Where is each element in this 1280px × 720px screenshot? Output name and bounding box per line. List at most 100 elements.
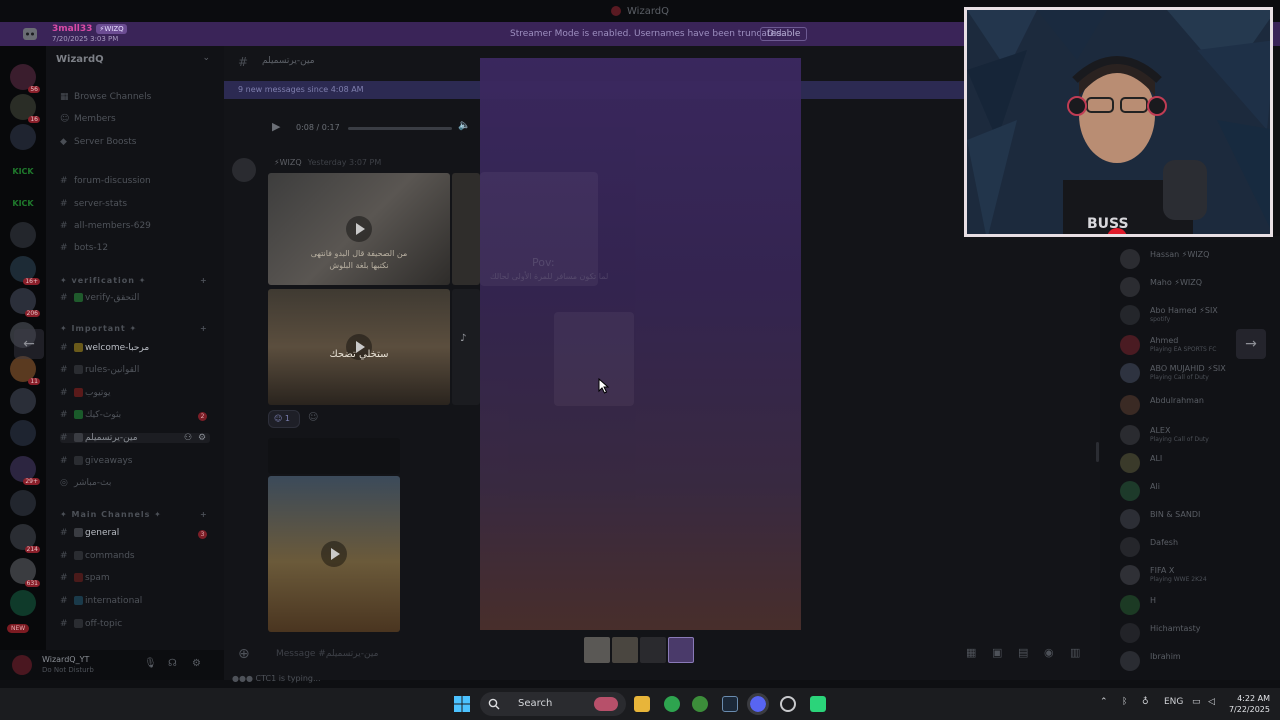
member-item[interactable]: Hichamtasty bbox=[1120, 620, 1280, 644]
discord-home-icon[interactable] bbox=[20, 24, 40, 44]
volume-icon[interactable]: 🔈 bbox=[458, 120, 470, 131]
disable-streamer-mode-button[interactable]: Disable bbox=[760, 27, 808, 41]
taskbar-search[interactable]: Search bbox=[480, 692, 626, 716]
server-name[interactable]: WizardQ bbox=[56, 54, 104, 65]
play-icon[interactable] bbox=[321, 541, 347, 567]
channel-forum[interactable]: # forum-discussion bbox=[60, 176, 151, 186]
steam-icon[interactable] bbox=[722, 696, 738, 712]
member-item[interactable]: ALEX Playing Call of Duty bbox=[1120, 422, 1280, 446]
channel-welcome[interactable]: # welcome-مرحبا bbox=[60, 343, 149, 353]
game-icon[interactable]: ▥ bbox=[1070, 646, 1080, 659]
kick-server-icon[interactable]: KICK bbox=[10, 158, 36, 184]
language-indicator[interactable]: ENG bbox=[1164, 697, 1183, 707]
server-icon[interactable] bbox=[10, 420, 36, 446]
windows-start-icon[interactable] bbox=[454, 696, 470, 712]
server-icon[interactable] bbox=[10, 590, 36, 616]
server-boosts-link[interactable]: ◆ Server Boosts bbox=[60, 137, 136, 147]
channel-off-topic[interactable]: # off-topic bbox=[60, 619, 122, 629]
gear-icon[interactable]: ⚙ bbox=[198, 433, 206, 443]
system-clock[interactable]: 4:22 AM 7/22/2025 bbox=[1226, 693, 1270, 715]
media-thumbnail[interactable] bbox=[268, 438, 400, 474]
kick-server-icon[interactable]: KICK bbox=[10, 190, 36, 216]
play-icon[interactable]: ▶ bbox=[272, 120, 280, 133]
previous-arrow-icon[interactable]: ← bbox=[14, 329, 44, 359]
settings-gear-icon[interactable]: ⚙ bbox=[192, 658, 201, 669]
server-icon[interactable] bbox=[10, 388, 36, 414]
member-item[interactable]: Dafesh bbox=[1120, 534, 1280, 558]
message-avatar[interactable] bbox=[232, 158, 256, 182]
server-icon[interactable]: 56 bbox=[10, 64, 40, 93]
chrome-profile-icon[interactable] bbox=[692, 696, 708, 712]
next-arrow-icon[interactable]: → bbox=[1236, 329, 1266, 359]
channel-youtube[interactable]: # يوتيوب bbox=[60, 388, 111, 398]
network-icon[interactable]: ▭ bbox=[1192, 697, 1201, 707]
strip-thumbnail[interactable] bbox=[612, 637, 638, 663]
add-member-icon[interactable]: ⚇ bbox=[184, 433, 192, 443]
strip-thumbnail-active[interactable] bbox=[668, 637, 694, 663]
obs-icon[interactable] bbox=[780, 696, 796, 712]
server-icon[interactable]: 631 bbox=[10, 558, 40, 587]
bluetooth-icon[interactable]: ᛒ bbox=[1122, 697, 1127, 707]
server-icon[interactable]: 16 bbox=[10, 94, 40, 123]
member-item[interactable]: ALI bbox=[1120, 450, 1280, 474]
channel-commands[interactable]: # commands bbox=[60, 551, 135, 561]
discord-icon[interactable] bbox=[747, 693, 769, 715]
member-item[interactable]: Ibrahim bbox=[1120, 648, 1280, 672]
channel-live[interactable]: ◎ بث-مباشر bbox=[60, 478, 111, 488]
tray-chevron-icon[interactable]: ⌃ bbox=[1100, 697, 1108, 707]
media-viewer[interactable]: Pov: لما تكون مسافر للمرة الأولى لحالك bbox=[480, 58, 801, 630]
channel-kick-streams[interactable]: # بثوث-كيك bbox=[60, 410, 121, 420]
microphone-icon[interactable]: 🎙 bbox=[144, 658, 157, 669]
file-explorer-icon[interactable] bbox=[634, 696, 650, 712]
play-icon[interactable] bbox=[346, 216, 372, 242]
server-icon[interactable] bbox=[10, 222, 36, 248]
media-thumbnail[interactable]: من الصحيفة قال البدو فانتهى نكتبها بلغة … bbox=[268, 173, 450, 285]
add-reaction-icon[interactable]: ☺ bbox=[308, 412, 318, 423]
microphone-tray-icon[interactable]: ♁ bbox=[1142, 697, 1149, 707]
add-channel-icon[interactable]: + bbox=[200, 510, 208, 519]
server-icon[interactable] bbox=[10, 490, 36, 516]
member-item[interactable]: BIN & SANDI bbox=[1120, 506, 1280, 530]
channel-active[interactable]: # مين-يرتسميلم ⚇ ⚙ bbox=[60, 433, 210, 443]
server-icon[interactable]: 214 bbox=[10, 524, 40, 553]
reaction-chip[interactable]: ☺ 1 bbox=[268, 410, 300, 428]
server-icon[interactable]: 29+ bbox=[10, 456, 40, 485]
members-link[interactable]: ☺ Members bbox=[60, 114, 116, 124]
member-item[interactable]: Ali bbox=[1120, 478, 1280, 502]
gif-icon[interactable]: ▤ bbox=[1018, 646, 1028, 659]
app-icon[interactable] bbox=[810, 696, 826, 712]
media-thumbnail[interactable] bbox=[268, 476, 400, 632]
sticker-icon[interactable]: ◉ bbox=[1044, 646, 1054, 659]
gift-icon[interactable]: ▣ bbox=[992, 646, 1002, 659]
media-thumbnail[interactable] bbox=[452, 173, 480, 285]
server-icon[interactable]: 11 bbox=[10, 356, 40, 385]
volume-tray-icon[interactable]: ◁ bbox=[1208, 697, 1215, 707]
member-item[interactable]: Maho ⚡WIZQ bbox=[1120, 274, 1280, 298]
category-verification[interactable]: ✦ verification ✦ + bbox=[60, 276, 207, 285]
member-item[interactable]: Abdulrahman bbox=[1120, 392, 1280, 416]
channel-general[interactable]: # general bbox=[60, 528, 119, 538]
tiktok-thumbnail[interactable]: ♪ bbox=[452, 289, 480, 405]
channel-spam[interactable]: # spam bbox=[60, 573, 110, 583]
server-icon[interactable]: 16+ bbox=[10, 256, 40, 285]
member-item[interactable]: ABO MUJAHID ⚡SIX Playing Call of Duty bbox=[1120, 360, 1280, 384]
progress-bar[interactable] bbox=[348, 127, 452, 130]
channel-giveaways[interactable]: # giveaways bbox=[60, 456, 132, 466]
strip-thumbnail[interactable] bbox=[584, 637, 610, 663]
channel-server-stats[interactable]: # server-stats bbox=[60, 199, 127, 209]
member-item[interactable]: Abo Hamed ⚡SIX spotify bbox=[1120, 302, 1280, 326]
channel-bots[interactable]: # bots-12 bbox=[60, 243, 108, 253]
chrome-icon[interactable] bbox=[664, 696, 680, 712]
strip-thumbnail[interactable] bbox=[640, 637, 666, 663]
server-icon[interactable] bbox=[10, 124, 36, 150]
channel-rules[interactable]: # rules-القوانين bbox=[60, 365, 139, 375]
channel-all-members[interactable]: # all-members-629 bbox=[60, 221, 151, 231]
channel-international[interactable]: # international bbox=[60, 596, 142, 606]
add-channel-icon[interactable]: + bbox=[200, 276, 208, 285]
scrollbar[interactable] bbox=[1096, 442, 1099, 462]
add-attachment-icon[interactable]: ⊕ bbox=[238, 646, 250, 662]
chevron-down-icon[interactable]: ⌄ bbox=[202, 53, 210, 63]
headphones-icon[interactable]: ☊ bbox=[168, 658, 177, 669]
media-thumbnail[interactable]: ستخلي تضحك bbox=[268, 289, 450, 405]
member-item[interactable]: Hassan ⚡WIZQ bbox=[1120, 246, 1280, 270]
